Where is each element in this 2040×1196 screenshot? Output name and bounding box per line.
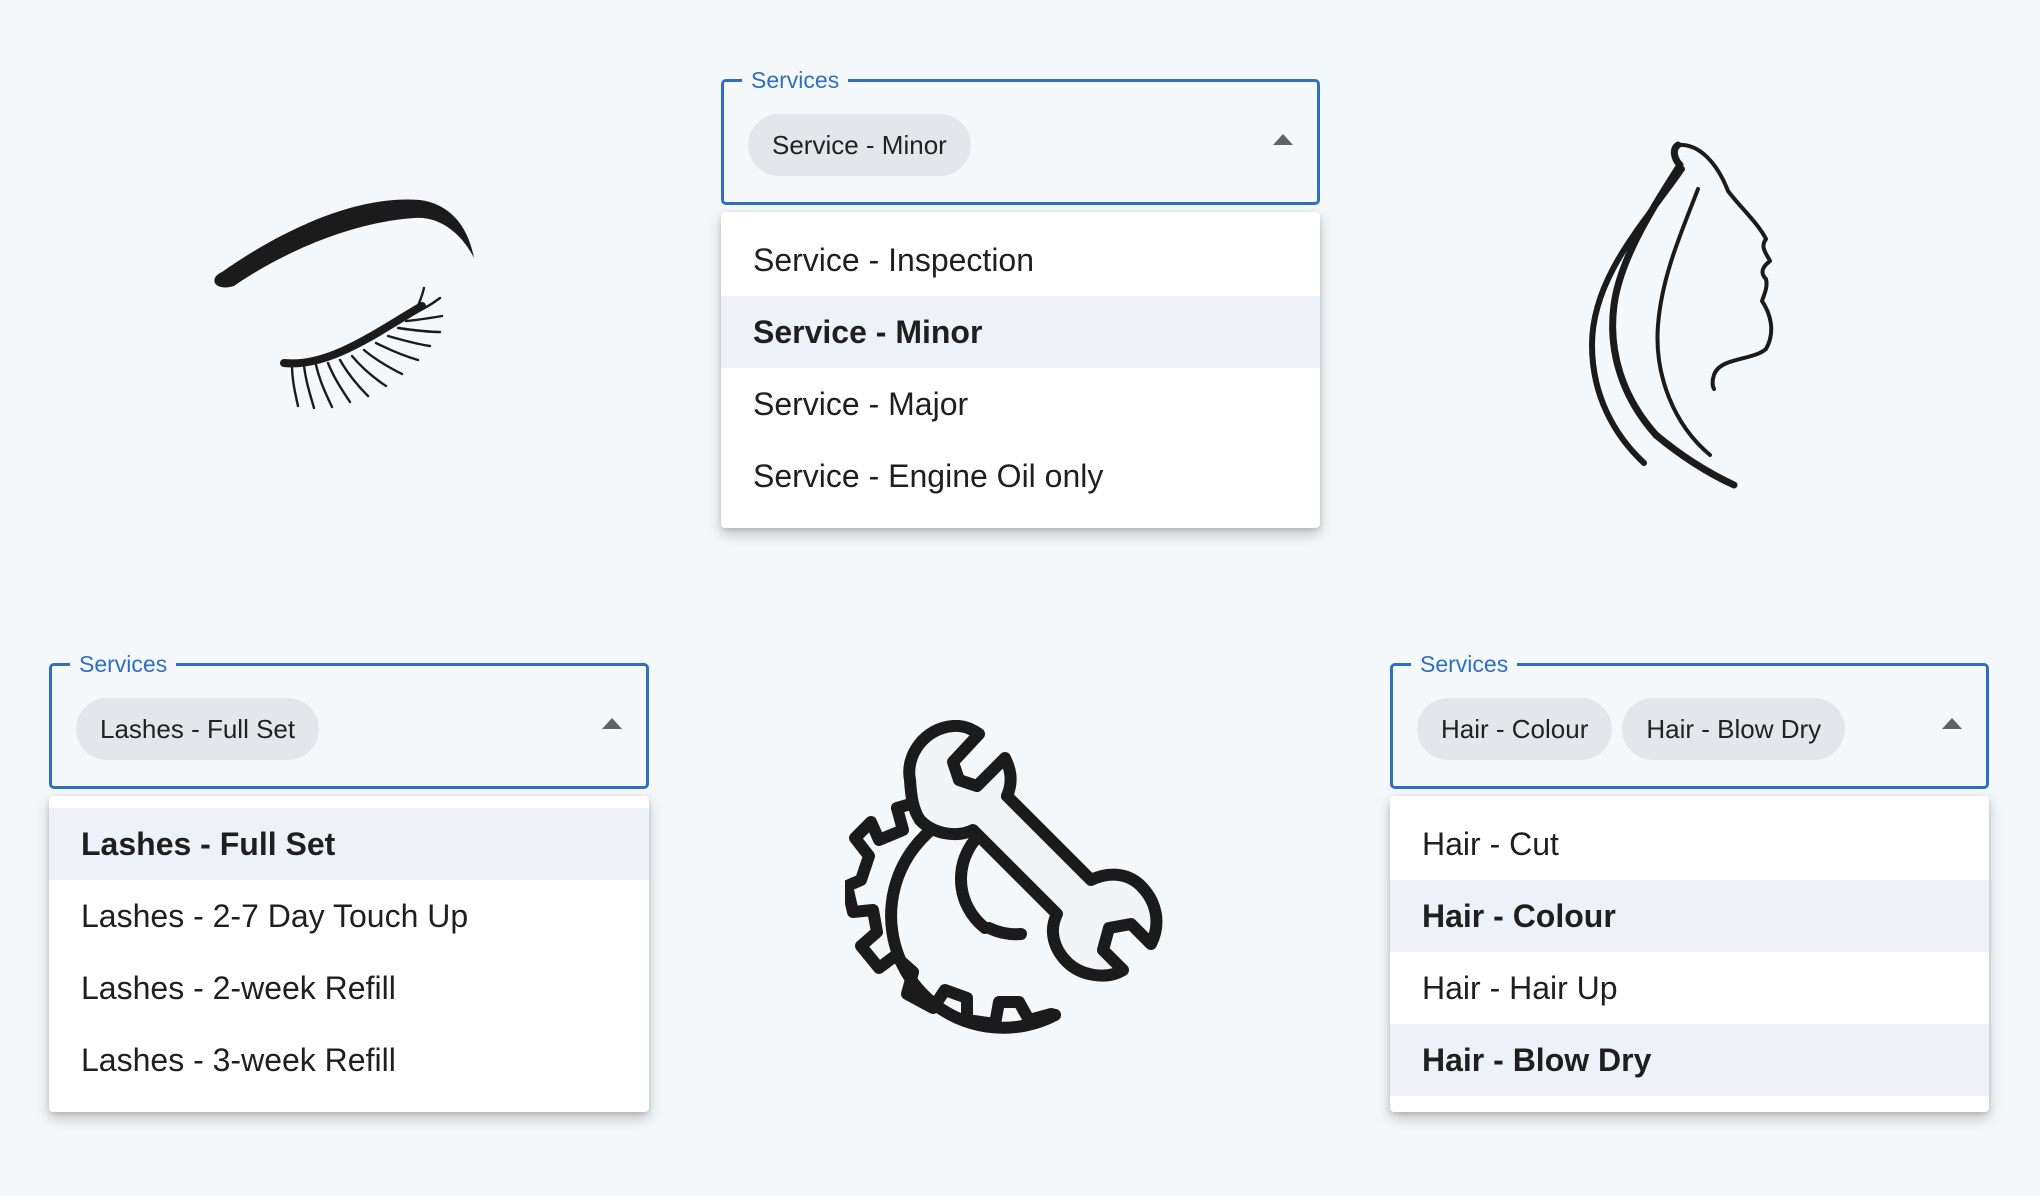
option-service-engine-oil-only[interactable]: Service - Engine Oil only <box>721 440 1320 512</box>
chip-hair-colour[interactable]: Hair - Colour <box>1417 698 1613 760</box>
gear-wrench-icon <box>841 719 1195 1060</box>
services-label: Services <box>70 650 177 678</box>
option-service-major[interactable]: Service - Major <box>721 368 1320 440</box>
services-label: Services <box>1411 650 1518 678</box>
chip-service-minor[interactable]: Service - Minor <box>748 114 971 176</box>
option-hair-hair-up[interactable]: Hair - Hair Up <box>1390 952 1989 1024</box>
option-lashes-2-week-refill[interactable]: Lashes - 2-week Refill <box>49 952 649 1024</box>
dropdown-arrow-up-icon[interactable] <box>602 718 622 729</box>
woman-face-profile-icon <box>1570 135 1810 495</box>
option-lashes-touch-up[interactable]: Lashes - 2-7 Day Touch Up <box>49 880 649 952</box>
option-service-inspection[interactable]: Service - Inspection <box>721 224 1320 296</box>
option-hair-cut[interactable]: Hair - Cut <box>1390 808 1989 880</box>
services-select-lashes[interactable]: Services Lashes - Full Set <box>49 650 649 789</box>
closed-eye-lashes-icon <box>200 180 500 420</box>
option-hair-blow-dry[interactable]: Hair - Blow Dry <box>1390 1024 1989 1096</box>
selected-chips: Hair - Colour Hair - Blow Dry <box>1417 698 1846 760</box>
option-lashes-3-week-refill[interactable]: Lashes - 3-week Refill <box>49 1024 649 1096</box>
services-select-hair[interactable]: Services Hair - Colour Hair - Blow Dry <box>1390 650 1989 789</box>
services-select-top[interactable]: Services Service - Minor <box>721 66 1320 205</box>
chip-hair-blow-dry[interactable]: Hair - Blow Dry <box>1622 698 1846 760</box>
services-menu-lashes: Lashes - Full Set Lashes - 2-7 Day Touch… <box>49 796 649 1112</box>
selected-chips: Lashes - Full Set <box>76 698 320 760</box>
option-service-minor[interactable]: Service - Minor <box>721 296 1320 368</box>
services-label: Services <box>742 66 849 94</box>
chip-lashes-full-set[interactable]: Lashes - Full Set <box>76 698 320 760</box>
services-menu-hair: Hair - Cut Hair - Colour Hair - Hair Up … <box>1390 796 1989 1112</box>
dropdown-arrow-up-icon[interactable] <box>1273 134 1293 145</box>
option-lashes-full-set[interactable]: Lashes - Full Set <box>49 808 649 880</box>
option-hair-colour[interactable]: Hair - Colour <box>1390 880 1989 952</box>
services-menu-top: Service - Inspection Service - Minor Ser… <box>721 212 1320 528</box>
selected-chips: Service - Minor <box>748 114 971 176</box>
dropdown-arrow-up-icon[interactable] <box>1942 718 1962 729</box>
